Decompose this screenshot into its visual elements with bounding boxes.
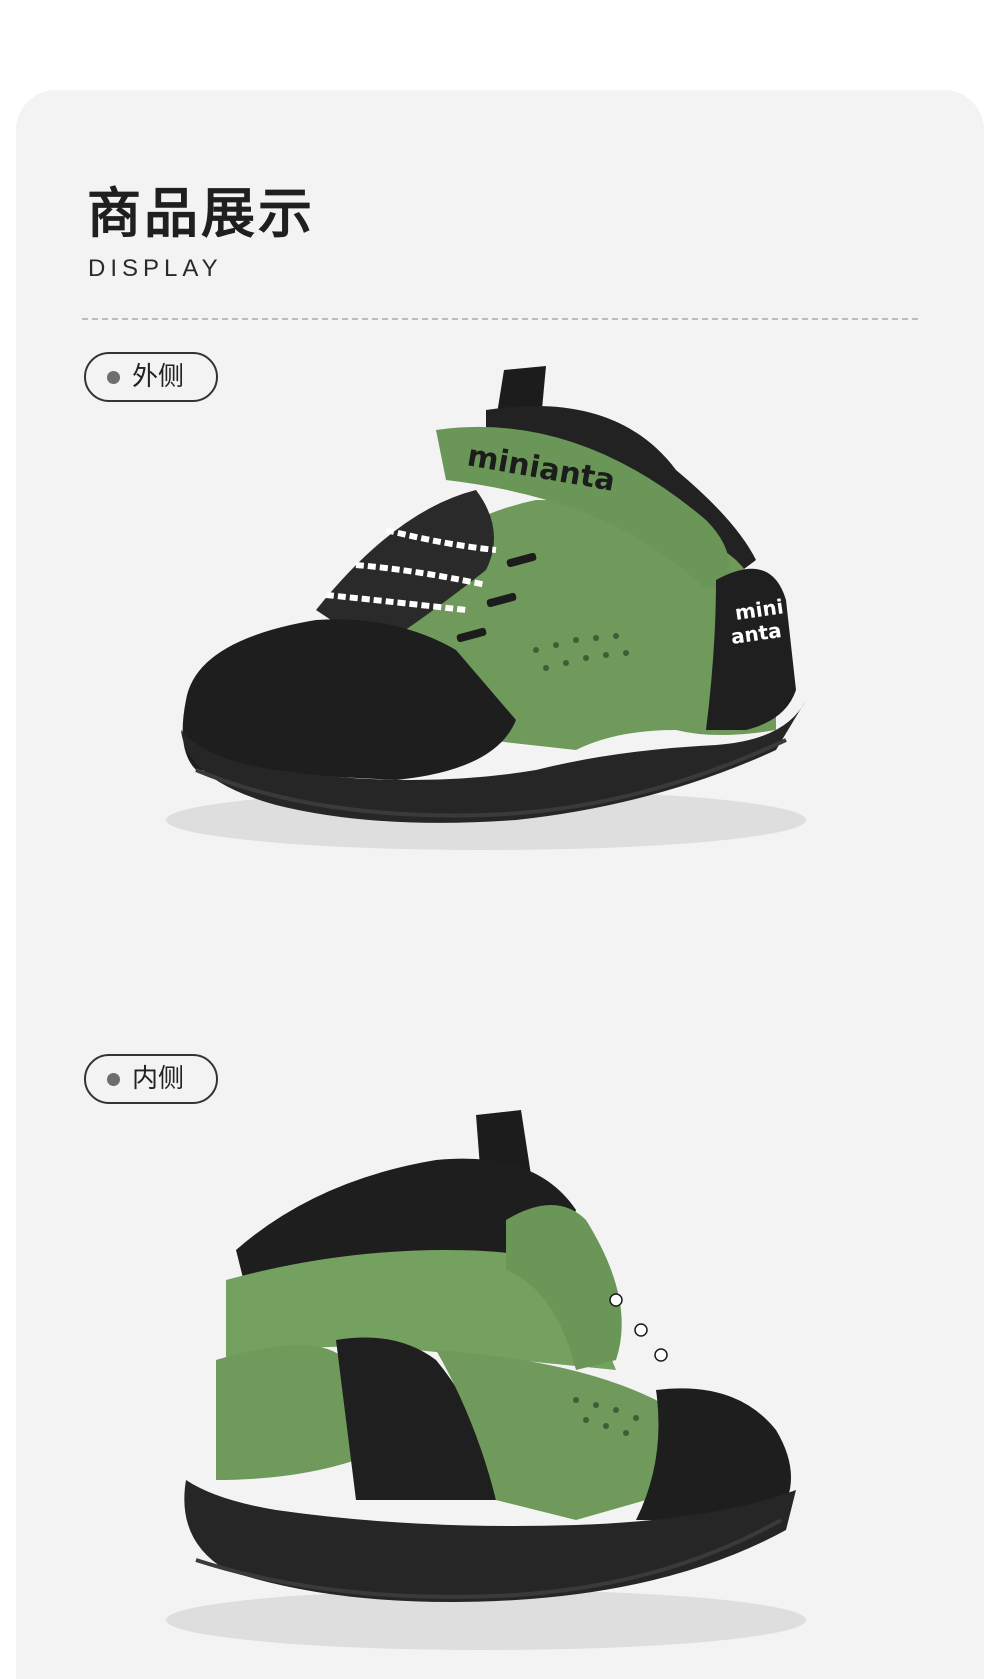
bullet-dot-icon xyxy=(107,1072,120,1086)
section-subtitle: DISPLAY xyxy=(88,255,223,282)
product-display-page: 商品展示 DISPLAY 外侧 minianta mini anta 内侧 xyxy=(0,0,1000,1679)
shoe-outer-illustration: minianta mini anta xyxy=(166,366,806,850)
shoe-image-outer: minianta mini anta xyxy=(16,350,984,910)
section-title: 商品展示 xyxy=(87,182,315,245)
view-label-inner-text: 内侧 xyxy=(132,1064,185,1094)
dashed-divider xyxy=(82,318,918,320)
shoe-image-inner xyxy=(16,1100,984,1679)
view-label-inner: 内侧 xyxy=(84,1054,218,1104)
shoe-inner-illustration xyxy=(166,1110,806,1650)
